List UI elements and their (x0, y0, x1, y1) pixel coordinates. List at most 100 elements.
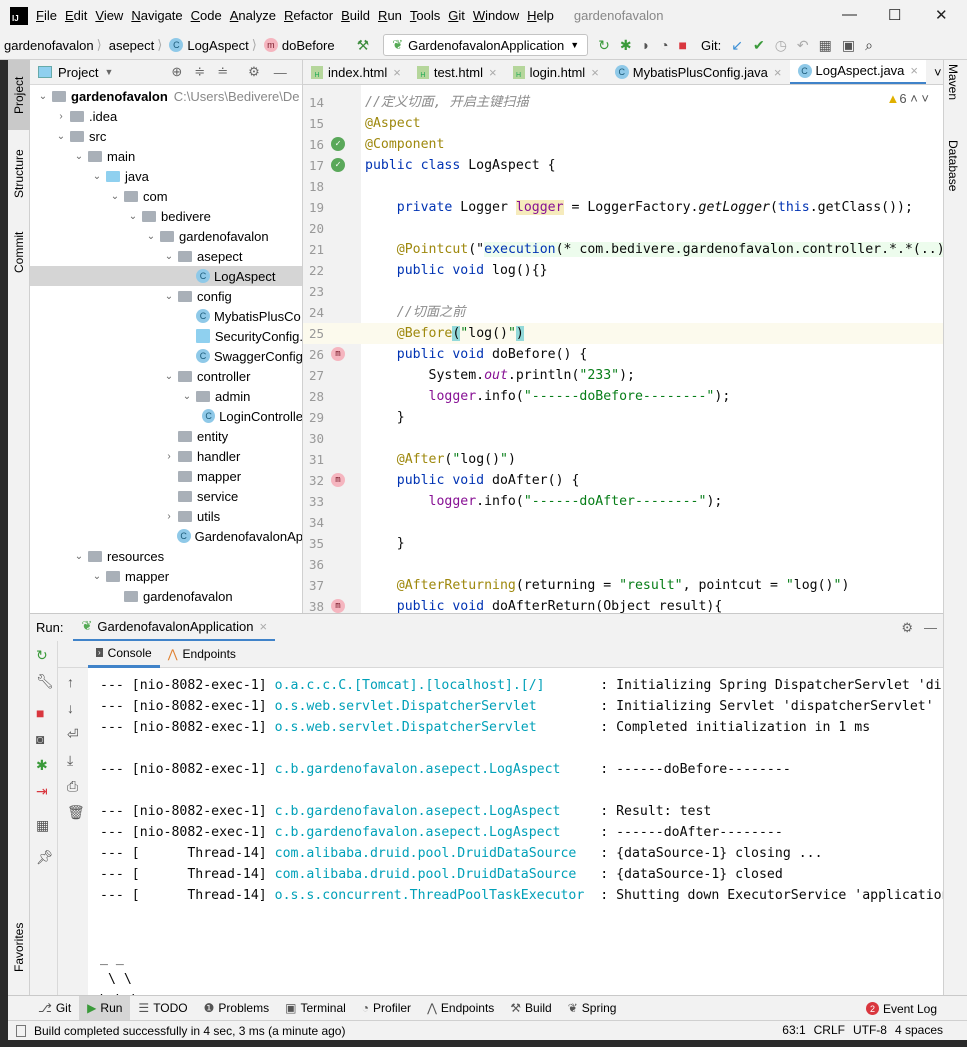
tree-item[interactable]: ⌄ gardenofavalon (30, 226, 302, 246)
tool-tab-profiler[interactable]: ◔ Profiler (354, 996, 419, 1021)
menu-refactor[interactable]: Refactor (284, 8, 333, 23)
maximize-icon[interactable]: ☐ (888, 6, 901, 24)
tree-item[interactable]: service (30, 486, 302, 506)
tool-tab-database[interactable]: Database (946, 140, 960, 191)
git-update-icon[interactable]: ↙ (731, 37, 743, 54)
breadcrumb-method[interactable]: m doBefore (263, 38, 335, 53)
code-editor[interactable]: 14 //定义切面, 开启主键扫描 15 @Aspect 16 ✓ @Component 17… (303, 85, 943, 613)
breadcrumb-project[interactable]: gardenofavalon ⟩ (4, 37, 105, 53)
menu-window[interactable]: Window (473, 8, 519, 23)
tool-tab-endpoints[interactable]: ⋀ Endpoints (419, 996, 502, 1021)
tool-tab-problems[interactable]: ❶ Problems (196, 996, 277, 1021)
menu-analyze[interactable]: Analyze (230, 8, 276, 23)
exit-icon[interactable]: ⇥ (36, 783, 48, 800)
project-view-select[interactable]: Project (58, 65, 98, 80)
tabs-dropdown-icon[interactable]: ˅ (934, 65, 942, 80)
tab-endpoints[interactable]: ⋀ Endpoints (160, 641, 244, 668)
menu-view[interactable]: View (95, 8, 123, 23)
pin-icon[interactable]: 📌︎ (36, 849, 54, 866)
chevron-down-icon[interactable]: ⌄ (70, 551, 88, 562)
tool-tab-git[interactable]: ⎇ Git (30, 996, 79, 1021)
close-icon[interactable]: ✕ (935, 6, 948, 24)
debug-icon[interactable]: ✱ (36, 757, 48, 774)
scroll-to-end-icon[interactable]: ⤓ (67, 752, 73, 769)
menu-help[interactable]: Help (527, 8, 554, 23)
menu-tools[interactable]: Tools (410, 8, 440, 23)
stop-icon[interactable]: ■ (679, 37, 687, 53)
tab-mybatisplusconfig-java[interactable]: C MybatisPlusConfig.java × (607, 60, 790, 84)
stop-icon[interactable]: ■ (36, 705, 44, 721)
caret-position[interactable]: 63:1 (782, 1023, 805, 1037)
profile-icon[interactable]: ◔ (660, 37, 668, 53)
tree-item[interactable]: ⌄ controller (30, 366, 302, 386)
tree-item[interactable]: ⌄ com (30, 186, 302, 206)
presentation-icon[interactable]: ▣ (842, 37, 855, 54)
chevron-right-icon[interactable]: › (160, 451, 178, 462)
expand-all-icon[interactable]: ≑ (194, 64, 205, 80)
tab-console[interactable]: › Console (88, 641, 160, 668)
search-icon[interactable]: ⌕ (865, 37, 873, 54)
chevron-down-icon[interactable]: ⌄ (124, 211, 142, 222)
chevron-right-icon[interactable]: › (160, 511, 178, 522)
gear-icon[interactable]: ⚙ (248, 64, 260, 80)
project-structure-icon[interactable]: ▦ (819, 37, 832, 54)
tree-item[interactable]: ⌄ bedivere (30, 206, 302, 226)
tool-tab-run[interactable]: ▶ Run (79, 995, 131, 1021)
close-icon[interactable]: × (910, 63, 918, 78)
chevron-down-icon[interactable]: ˅ (921, 91, 929, 106)
tool-tab-spring[interactable]: ❦ Spring (560, 996, 625, 1021)
indent-setting[interactable]: 4 spaces (895, 1023, 943, 1037)
breadcrumb-class[interactable]: C LogAspect ⟩ (169, 37, 260, 53)
tree-item[interactable]: gardenofavalon (30, 586, 302, 606)
rollback-icon[interactable]: ↶ (797, 37, 809, 54)
chevron-up-icon[interactable]: ˄ (910, 91, 918, 106)
tree-item[interactable]: ⌄ main (30, 146, 302, 166)
method-override-icon[interactable]: m (331, 473, 345, 487)
git-commit-icon[interactable]: ✔ (753, 37, 765, 54)
chevron-down-icon[interactable]: ⌄ (178, 391, 196, 402)
tree-item[interactable]: ⌄ asepect (30, 246, 302, 266)
build-hammer-icon[interactable]: ⚒ (357, 37, 370, 54)
collapse-all-icon[interactable]: ≐ (217, 64, 228, 80)
wrench-icon[interactable]: 🔧︎ (36, 673, 54, 690)
rerun-icon[interactable]: ↻ (36, 647, 48, 664)
close-icon[interactable]: × (591, 65, 599, 80)
tree-item[interactable]: C GardenofavalonAp (30, 526, 302, 546)
tree-item[interactable]: ⌄ admin (30, 386, 302, 406)
menu-navigate[interactable]: Navigate (131, 8, 182, 23)
tool-tab-maven[interactable]: Maven (946, 64, 960, 100)
chevron-down-icon[interactable]: ⌄ (88, 571, 106, 582)
chevron-down-icon[interactable]: ⌄ (52, 131, 70, 142)
tool-tab-terminal[interactable]: ▣ Terminal (277, 996, 354, 1021)
tree-item[interactable]: C MybatisPlusCo (30, 306, 302, 326)
tool-tab-project[interactable]: Project (8, 60, 30, 130)
spring-bean-icon[interactable]: ✓ (331, 137, 345, 151)
camera-icon[interactable]: ◙ (36, 731, 44, 747)
menu-edit[interactable]: Edit (65, 8, 87, 23)
debug-bug-icon[interactable]: ✱ (620, 37, 632, 54)
chevron-right-icon[interactable]: › (52, 111, 70, 122)
file-encoding[interactable]: UTF-8 (853, 1023, 887, 1037)
tree-item[interactable]: ⌄ resources (30, 546, 302, 566)
chevron-down-icon[interactable]: ⌄ (160, 371, 178, 382)
breadcrumb-package[interactable]: asepect ⟩ (109, 37, 166, 53)
tab-test-html[interactable]: Htest.html × (409, 60, 505, 84)
method-override-icon[interactable]: m (331, 599, 345, 613)
tree-item[interactable]: ⌄ java (30, 166, 302, 186)
close-icon[interactable]: × (393, 65, 401, 80)
run-configuration-select[interactable]: ❦ GardenofavalonApplication ▼ (383, 34, 589, 56)
close-icon[interactable]: × (774, 65, 782, 80)
tree-item[interactable]: SecurityConfig. (30, 326, 302, 346)
trash-icon[interactable]: 🗑︎ (67, 804, 85, 821)
chevron-down-icon[interactable]: ⌄ (160, 251, 178, 262)
chevron-down-icon[interactable]: ⌄ (70, 151, 88, 162)
arrow-down-icon[interactable]: ↓ (67, 700, 74, 716)
status-message[interactable]: Build completed successfully in 4 sec, 3… (34, 1024, 345, 1038)
rerun-icon[interactable]: ↻ (598, 37, 610, 54)
menu-code[interactable]: Code (191, 8, 222, 23)
print-icon[interactable]: ⎙ (67, 778, 78, 795)
menu-run[interactable]: Run (378, 8, 402, 23)
tree-item[interactable]: C LoginControlle (30, 406, 302, 426)
soft-wrap-icon[interactable]: ⏎ (67, 726, 79, 743)
chevron-down-icon[interactable]: ⌄ (34, 91, 52, 102)
